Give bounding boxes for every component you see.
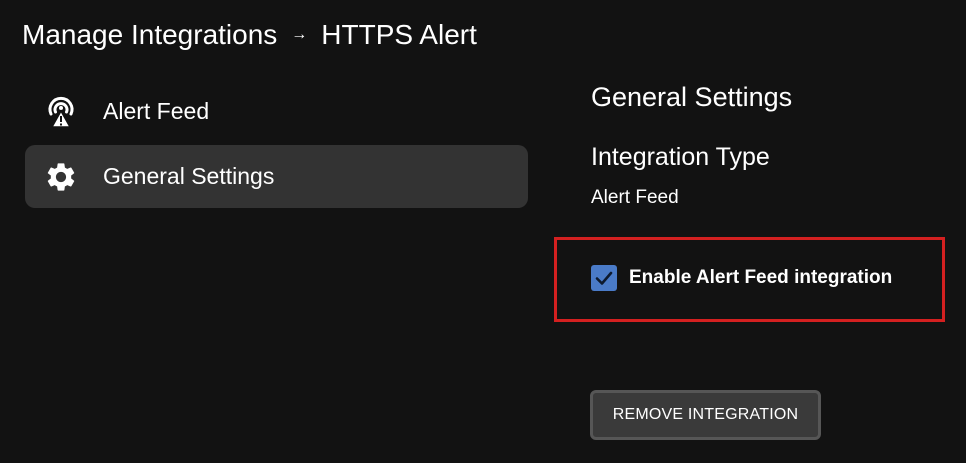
breadcrumb-manage-integrations-link[interactable]: Manage Integrations xyxy=(22,19,277,51)
alert-feed-icon xyxy=(43,94,79,130)
integration-type-value: Alert Feed xyxy=(591,187,679,208)
checkmark-icon xyxy=(595,271,613,285)
breadcrumb-current: HTTPS Alert xyxy=(321,19,477,50)
sidebar-item-label: General Settings xyxy=(103,163,275,189)
breadcrumb: Manage Integrations → HTTPS Alert xyxy=(22,16,477,54)
integration-settings-page: Manage Integrations → HTTPS Alert Alert … xyxy=(0,0,966,463)
sidebar-item-general-settings[interactable]: General Settings xyxy=(25,145,528,208)
gear-icon xyxy=(43,159,79,195)
sidebar-item-alert-feed[interactable]: Alert Feed xyxy=(25,80,528,143)
integration-type-label: Integration Type xyxy=(591,143,770,171)
remove-integration-button[interactable]: REMOVE INTEGRATION xyxy=(590,390,821,440)
breadcrumb-arrow-icon: → xyxy=(291,26,308,43)
section-title: General Settings xyxy=(591,82,793,112)
enable-integration-checkbox[interactable] xyxy=(591,265,617,291)
sidebar-item-label: Alert Feed xyxy=(103,98,210,124)
enable-integration-label: Enable Alert Feed integration xyxy=(629,267,893,288)
enable-integration-checkbox-row[interactable]: Enable Alert Feed integration xyxy=(591,265,892,291)
